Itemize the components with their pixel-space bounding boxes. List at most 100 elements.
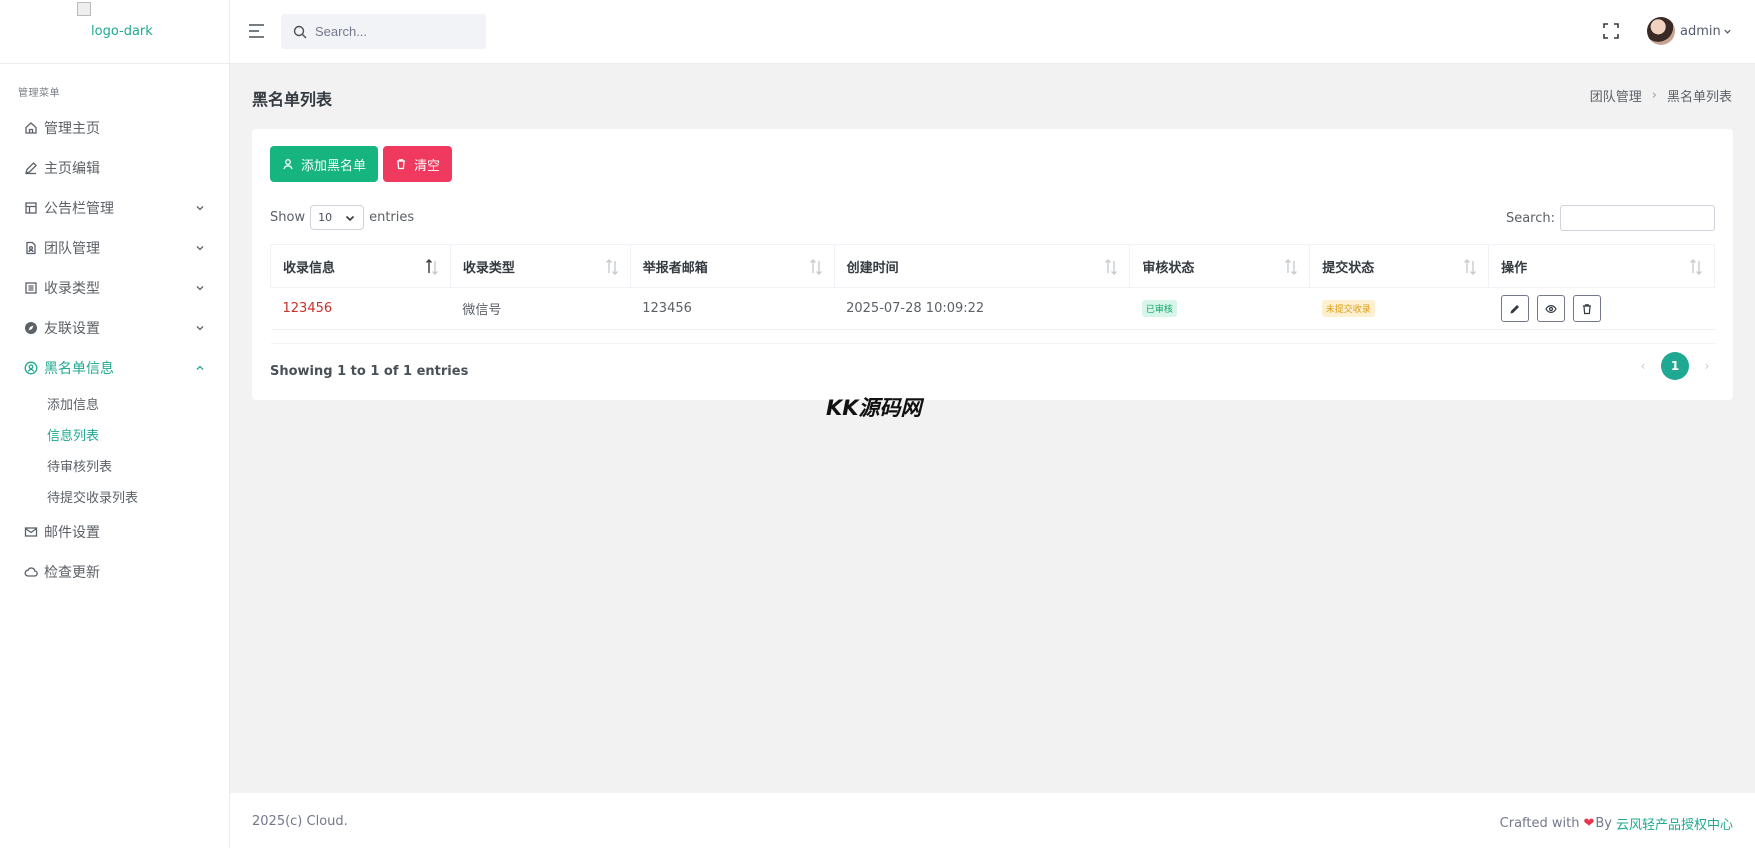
clear-label: 清空 [414, 158, 441, 174]
footer-credit: Crafted with ❤ By 云风轻产品授权中心 [1500, 814, 1733, 833]
clear-button[interactable]: 清空 [383, 146, 453, 182]
sidebar-subitem-pending-submit[interactable]: 待提交收录列表 [0, 481, 229, 512]
show-label: Show [270, 210, 306, 225]
sidebar-item-label: 主页编辑 [44, 161, 100, 177]
brand-link[interactable]: 云风轻产品授权中心 [1616, 814, 1733, 833]
chevron-down-icon [196, 326, 204, 331]
cell-review-status: 已审核 [1129, 287, 1310, 330]
sidebar: logo-dark 管理菜单 管理主页 主页编辑 公告栏管理 团队管理 收录类型 [0, 0, 230, 848]
copyright: 2025(c) Cloud. [252, 814, 348, 829]
user-menu[interactable]: admin [1647, 17, 1732, 45]
sidebar-item-dashboard[interactable]: 管理主页 [0, 108, 229, 148]
breadcrumb-item[interactable]: 团队管理 [1590, 86, 1642, 105]
trash-icon [1582, 303, 1591, 314]
cell-actions [1488, 287, 1715, 330]
table-info: Showing 1 to 1 of 1 entries [270, 364, 469, 379]
cell-info[interactable]: 123456 [270, 287, 451, 330]
avatar [1647, 17, 1675, 45]
crafted-text: Crafted with [1499, 816, 1580, 831]
table-search-input[interactable] [1560, 205, 1715, 231]
sort-icon [1690, 259, 1702, 275]
entries-label: entries [369, 210, 415, 225]
edit-icon [24, 161, 38, 175]
status-badge: 未提交收录 [1321, 300, 1375, 317]
breadcrumb-separator-icon: › [1651, 88, 1657, 103]
eye-icon [1545, 304, 1557, 313]
column-header[interactable]: 审核状态 [1129, 244, 1311, 288]
chevron-up-icon [196, 365, 204, 370]
sidebar-item-update[interactable]: 检查更新 [0, 552, 229, 592]
page-title: 黑名单列表 [252, 90, 333, 109]
chevron-down-icon [196, 206, 204, 211]
sidebar-subitem-info-list[interactable]: 信息列表 [0, 419, 229, 450]
sidebar-item-mail[interactable]: 邮件设置 [0, 512, 229, 552]
cell-type: 微信号 [450, 287, 631, 330]
chevron-down-icon [196, 286, 204, 291]
heart-icon: ❤ [1583, 816, 1595, 831]
sidebar-item-types[interactable]: 收录类型 [0, 268, 229, 308]
sidebar-item-home-edit[interactable]: 主页编辑 [0, 148, 229, 188]
blacklist-table: 收录信息 收录类型 举报者邮箱 创建时间 审核状态 提交状态 操作 123456 [270, 244, 1715, 344]
sidebar-item-label: 检查更新 [44, 565, 100, 581]
mail-icon [24, 525, 38, 539]
breadcrumb: 团队管理 › 黑名单列表 [1590, 86, 1732, 105]
delete-button[interactable] [1572, 295, 1601, 322]
page-size-control: Show 10 entries [270, 205, 414, 230]
sidebar-subitem-pending-review[interactable]: 待审核列表 [0, 450, 229, 481]
trash-icon [397, 159, 405, 170]
add-blacklist-label: 添加黑名单 [301, 158, 367, 174]
page-size-value: 10 [318, 211, 333, 224]
prev-page-button[interactable]: ‹ [1635, 358, 1651, 374]
column-header[interactable]: 收录信息 [270, 244, 451, 288]
sidebar-item-label: 公告栏管理 [44, 201, 114, 217]
topbar: admin [230, 0, 1755, 64]
cell-created: 2025-07-28 10:09:22 [834, 287, 1130, 330]
page-button-current[interactable]: 1 [1661, 352, 1689, 380]
column-header[interactable]: 操作 [1488, 244, 1715, 288]
broken-image-icon [77, 2, 91, 16]
column-header[interactable]: 举报者邮箱 [629, 244, 835, 288]
sort-icon [605, 259, 618, 275]
sidebar-item-blacklist[interactable]: 黑名单信息 [0, 348, 229, 388]
search-input[interactable] [315, 24, 475, 39]
top-search[interactable] [281, 14, 486, 49]
column-header[interactable]: 收录类型 [449, 244, 631, 288]
sort-icon [1464, 259, 1477, 275]
user-name: admin [1680, 23, 1721, 39]
menu-toggle-icon[interactable] [247, 21, 267, 41]
breadcrumb-current: 黑名单列表 [1666, 90, 1732, 105]
column-header[interactable]: 提交状态 [1309, 244, 1490, 288]
fullscreen-icon[interactable] [1602, 22, 1620, 40]
sidebar-item-label: 收录类型 [44, 281, 100, 297]
sidebar-item-notice[interactable]: 公告栏管理 [0, 188, 229, 228]
chevron-down-icon [346, 215, 355, 221]
table-header-row: 收录信息 收录类型 举报者邮箱 创建时间 审核状态 提交状态 操作 [270, 244, 1715, 288]
add-blacklist-button[interactable]: 添加黑名单 [270, 146, 379, 182]
sidebar-item-team[interactable]: 团队管理 [0, 228, 229, 268]
search-icon [293, 25, 307, 38]
sidebar-subitem-add-info[interactable]: 添加信息 [0, 388, 229, 419]
edit-button[interactable] [1500, 295, 1529, 322]
cell-submit-status: 未提交收录 [1309, 287, 1489, 330]
menu-title: 管理菜单 [18, 88, 60, 99]
list-box-icon [24, 281, 38, 295]
next-page-button[interactable]: › [1699, 358, 1715, 374]
status-badge: 已审核 [1141, 300, 1177, 317]
chevron-down-icon [196, 246, 204, 251]
footer: 2025(c) Cloud. Crafted with ❤ By 云风轻产品授权… [230, 793, 1755, 848]
sidebar-item-label: 友联设置 [44, 321, 100, 337]
sidebar-item-label: 团队管理 [44, 241, 100, 257]
user-add-icon [283, 159, 293, 170]
page-size-select[interactable]: 10 [310, 205, 365, 230]
sort-icon [1285, 259, 1298, 275]
pencil-icon [1510, 304, 1519, 313]
table-search-label: Search: [1505, 210, 1555, 226]
sidebar-item-label: 黑名单信息 [44, 361, 114, 377]
home-icon [24, 121, 38, 135]
sort-icon [809, 259, 822, 275]
sidebar-item-links[interactable]: 友联设置 [0, 308, 229, 348]
view-button[interactable] [1536, 295, 1565, 322]
table-row: 123456 微信号 123456 2025-07-28 10:09:22 已审… [270, 287, 1715, 330]
logo-area[interactable]: logo-dark [0, 0, 229, 64]
column-header[interactable]: 创建时间 [833, 244, 1131, 288]
